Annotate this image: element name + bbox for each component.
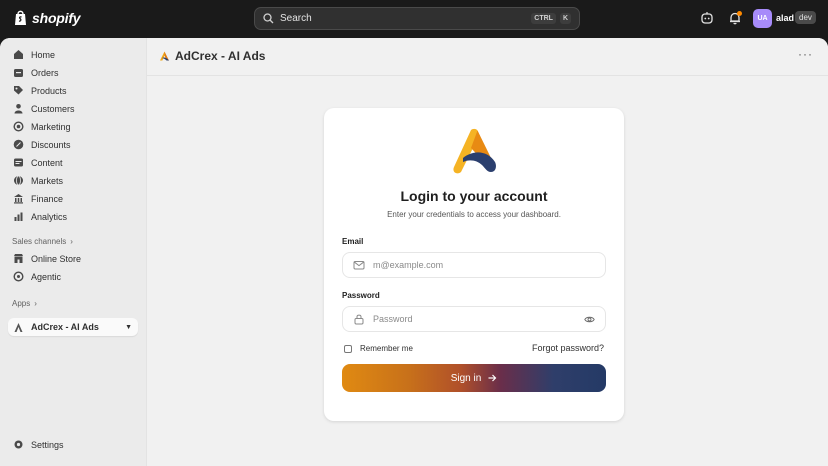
sidebar-item-analytics[interactable]: Analytics xyxy=(8,208,138,225)
remember-me[interactable]: Remember me xyxy=(344,344,413,353)
eye-icon[interactable] xyxy=(584,314,595,325)
bank-icon xyxy=(14,194,23,204)
login-subtitle: Enter your credentials to access your da… xyxy=(387,210,561,219)
sign-in-label: Sign in xyxy=(450,372,482,384)
caret-down-icon: ▼ xyxy=(125,323,132,331)
mail-icon xyxy=(353,261,365,270)
sidebar-item-label: Finance xyxy=(31,193,64,204)
page-header: AdCrex - AI Ads ··· xyxy=(147,38,828,76)
sidebar-item-agentic[interactable]: Agentic xyxy=(8,268,138,285)
shortcut-k: K xyxy=(559,13,571,24)
sidebar-item-marketing[interactable]: Marketing xyxy=(8,118,138,135)
person-icon xyxy=(14,104,23,114)
chevron-right-icon: › xyxy=(34,299,37,308)
password-placeholder: Password xyxy=(373,314,413,324)
target-icon xyxy=(13,121,24,132)
sidebar-item-label: Products xyxy=(31,85,67,96)
adcrex-logo-icon xyxy=(453,128,496,174)
adcrex-logo-icon xyxy=(14,322,23,332)
page-title: AdCrex - AI Ads xyxy=(175,49,266,63)
sidebar-item-label: Orders xyxy=(31,67,59,78)
discount-icon xyxy=(13,139,24,150)
arrow-right-icon xyxy=(488,374,497,382)
agentic-icon xyxy=(13,271,24,282)
gear-icon xyxy=(14,440,23,449)
login-title: Login to your account xyxy=(400,188,548,204)
home-icon xyxy=(14,50,23,59)
store-icon xyxy=(14,254,23,263)
assistant-icon[interactable] xyxy=(700,11,714,25)
shopify-logo[interactable]: shopify xyxy=(13,9,81,26)
lock-icon xyxy=(354,314,364,325)
search-icon xyxy=(263,13,274,24)
tag-icon xyxy=(14,86,23,95)
app-content: AdCrex - AI Ads ··· Login to your accoun… xyxy=(146,38,828,466)
chart-icon xyxy=(14,212,23,221)
dev-badge: dev xyxy=(795,11,816,24)
remember-checkbox[interactable] xyxy=(344,344,352,353)
content-icon xyxy=(14,158,23,167)
sidebar-item-label: Agentic xyxy=(31,271,62,282)
login-card: Login to your account Enter your credent… xyxy=(324,108,624,421)
shortcut-ctrl: CTRL xyxy=(531,13,556,24)
apps-heading[interactable]: Apps › xyxy=(12,299,37,308)
sidebar-item-home[interactable]: Home xyxy=(8,46,138,63)
sidebar-item-label: Online Store xyxy=(31,253,82,264)
sidebar-item-orders[interactable]: Orders xyxy=(8,64,138,81)
sign-in-button[interactable]: Sign in xyxy=(342,364,606,392)
search-bar[interactable]: Search CTRL K xyxy=(254,7,580,30)
sales-channels-heading[interactable]: Sales channels › xyxy=(12,237,73,246)
apps-label: Apps xyxy=(12,299,31,308)
sidebar-item-customers[interactable]: Customers xyxy=(8,100,138,117)
orders-icon xyxy=(14,69,23,77)
email-placeholder: m@example.com xyxy=(373,260,444,270)
sales-channels-label: Sales channels xyxy=(12,237,67,246)
sidebar-item-online-store[interactable]: Online Store xyxy=(8,250,138,267)
chevron-right-icon: › xyxy=(70,237,73,246)
email-label: Email xyxy=(342,237,364,246)
brand-name: shopify xyxy=(32,9,81,26)
sidebar-item-label: Home xyxy=(31,49,56,60)
sidebar-item-label: Settings xyxy=(31,439,64,450)
sidebar-item-content[interactable]: Content xyxy=(8,154,138,171)
notification-dot xyxy=(737,11,742,16)
forgot-password-link[interactable]: Forgot password? xyxy=(532,343,604,353)
globe-icon xyxy=(14,175,23,186)
sidebar-item-label: Discounts xyxy=(31,139,71,150)
email-field[interactable]: m@example.com xyxy=(342,252,606,278)
more-actions-icon[interactable]: ··· xyxy=(798,47,813,61)
sidebar-item-label: Analytics xyxy=(31,211,68,222)
remember-label: Remember me xyxy=(360,344,413,353)
avatar[interactable]: UA xyxy=(753,9,772,28)
sidebar: Home Orders Products Customers Marketing… xyxy=(0,38,146,466)
password-field[interactable]: Password xyxy=(342,306,606,332)
adcrex-logo-icon xyxy=(160,51,169,61)
sidebar-item-adcrex[interactable]: AdCrex - AI Ads ▼ xyxy=(8,318,138,336)
sidebar-item-label: Content xyxy=(31,157,63,168)
sidebar-item-label: AdCrex - AI Ads xyxy=(31,322,99,332)
sidebar-item-settings[interactable]: Settings xyxy=(8,436,138,453)
top-bar: shopify Search CTRL K UA alad dev xyxy=(0,0,828,38)
search-label: Search xyxy=(280,13,312,24)
sidebar-item-label: Marketing xyxy=(31,121,71,132)
password-label: Password xyxy=(342,291,380,300)
sidebar-item-finance[interactable]: Finance xyxy=(8,190,138,207)
sidebar-item-label: Customers xyxy=(31,103,75,114)
sidebar-item-discounts[interactable]: Discounts xyxy=(8,136,138,153)
sidebar-item-products[interactable]: Products xyxy=(8,82,138,99)
shopify-bag-icon xyxy=(15,10,26,25)
admin-frame: Home Orders Products Customers Marketing… xyxy=(0,38,828,466)
sidebar-item-markets[interactable]: Markets xyxy=(8,172,138,189)
sidebar-item-label: Markets xyxy=(31,175,64,186)
user-name[interactable]: alad xyxy=(776,13,794,23)
